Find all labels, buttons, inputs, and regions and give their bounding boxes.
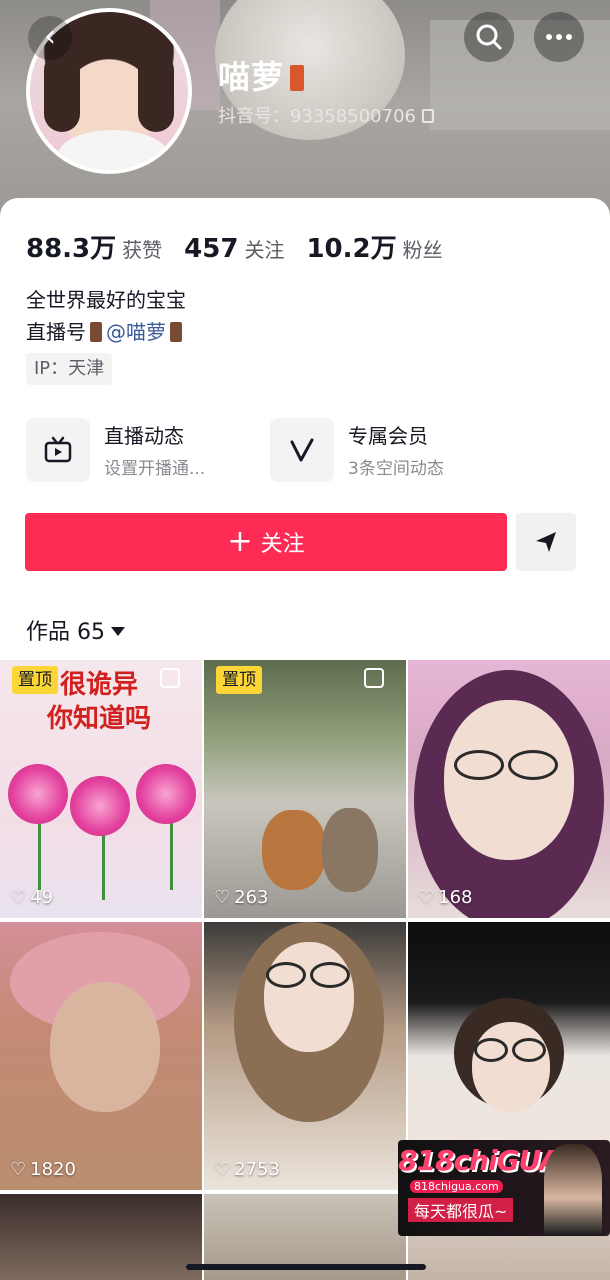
plush-bear-image (262, 810, 326, 890)
video-thumbnail[interactable]: ♡ 1820 (0, 922, 202, 1190)
pinned-badge: 置顶 (216, 666, 262, 694)
like-count: ♡ 49 (10, 887, 53, 908)
video-thumbnail[interactable]: 很诡异 你知道吗 置顶 ♡ 49 (0, 660, 202, 918)
like-count: ♡ 2753 (214, 1159, 280, 1180)
like-count: ♡ 168 (418, 887, 473, 908)
like-count-value: 2753 (234, 1159, 280, 1180)
door-emoji-icon (290, 65, 305, 91)
glasses-shape (454, 750, 504, 780)
works-tab-label: 作品 65 (26, 620, 105, 645)
video-thumbnail[interactable]: ♡ 168 (408, 660, 610, 918)
more-button[interactable] (534, 12, 584, 62)
checkbox-icon (160, 668, 180, 688)
follow-button[interactable]: + 关注 (25, 513, 507, 571)
profile-name: 喵萝 (218, 52, 305, 98)
profile-header: ‹ 喵萝 抖音号：93358500706 (0, 0, 610, 230)
face-shape (264, 942, 354, 1052)
chevron-left-icon: ‹ (44, 19, 56, 54)
stat-likes-label: 获赞 (122, 238, 163, 262)
glasses-shape (474, 1038, 508, 1062)
search-button[interactable] (464, 12, 514, 62)
feature-title: 直播动态 (104, 424, 184, 448)
video-thumbnail[interactable]: ♡ 2753 (204, 922, 406, 1190)
ad-image (544, 1144, 602, 1234)
face-shape (50, 982, 160, 1112)
stat-following-value: 457 (184, 234, 239, 264)
bio-line-1: 全世界最好的宝宝 (26, 288, 186, 312)
door-emoji-icon (170, 322, 182, 342)
ad-slogan: 每天都很瓜~ (408, 1198, 514, 1222)
avatar-hair-right (138, 52, 174, 132)
stat-likes-value: 88.3万 (26, 234, 117, 264)
v-icon (270, 418, 334, 482)
glasses-shape (508, 750, 558, 780)
ad-logo: 818chiGUA (398, 1144, 561, 1177)
ad-url: 818chigua.com (410, 1180, 503, 1193)
glasses-shape (512, 1038, 546, 1062)
search-icon (476, 24, 502, 50)
like-count-value: 49 (30, 887, 54, 908)
feature-subtitle: 设置开播通... (104, 459, 206, 479)
douyin-id: 抖音号：93358500706 (218, 102, 434, 128)
profile-name-text: 喵萝 (218, 58, 285, 96)
like-count-value: 1820 (30, 1159, 76, 1180)
home-indicator[interactable] (186, 1264, 426, 1270)
plush-bear-image (322, 808, 378, 892)
live-account-link[interactable]: @喵萝 (106, 320, 166, 344)
feature-live-updates[interactable]: 直播动态 设置开播通... (26, 416, 256, 482)
stat-following-label: 关注 (244, 238, 285, 262)
heart-icon: ♡ (214, 1159, 231, 1180)
face-shape (444, 700, 574, 860)
video-thumbnail[interactable] (0, 1194, 202, 1280)
rose-image (70, 776, 130, 836)
avatar-hair-left (44, 52, 80, 132)
rose-image (136, 764, 196, 824)
feature-membership[interactable]: 专属会员 3条空间动态 (270, 416, 500, 482)
follow-label: 关注 (260, 532, 305, 557)
stats-row: 88.3万 获赞 457 关注 10.2万 粉丝 (26, 228, 443, 265)
door-emoji-icon (90, 322, 102, 342)
stat-followers-label: 粉丝 (402, 238, 443, 262)
bio-live-prefix: 直播号 (26, 320, 86, 344)
glasses-shape (310, 962, 350, 988)
watermark-ad: 818chiGUA 818chigua.com 每天都很瓜~ (398, 1140, 610, 1236)
stat-likes[interactable]: 88.3万 获赞 (26, 228, 162, 265)
more-dots-icon (546, 34, 572, 40)
plus-icon: + (227, 524, 253, 559)
heart-icon: ♡ (418, 887, 435, 908)
like-count-value: 168 (438, 887, 473, 908)
like-count: ♡ 1820 (10, 1159, 76, 1180)
avatar-shirt (58, 130, 168, 170)
feature-title: 专属会员 (348, 424, 428, 448)
stat-followers-value: 10.2万 (306, 234, 397, 264)
rose-image (8, 764, 68, 824)
copy-icon[interactable] (421, 109, 434, 123)
face-shape (472, 1022, 550, 1112)
works-tab[interactable]: 作品 65 (26, 614, 125, 646)
caret-down-icon (111, 627, 125, 636)
heart-icon: ♡ (10, 887, 27, 908)
bio-line-2: 直播号 @喵萝 (26, 316, 186, 345)
heart-icon: ♡ (214, 887, 231, 908)
stat-following[interactable]: 457 关注 (184, 234, 284, 264)
share-button[interactable] (516, 513, 576, 571)
checkbox-icon (364, 668, 384, 688)
douyin-id-text: 抖音号：93358500706 (218, 106, 416, 127)
pinned-badge: 置顶 (12, 666, 58, 694)
heart-icon: ♡ (10, 1159, 27, 1180)
tv-icon (26, 418, 90, 482)
ip-location-tag: IP：天津 (26, 353, 113, 385)
send-arrow-icon (536, 532, 556, 552)
like-count-value: 263 (234, 887, 269, 908)
stat-followers[interactable]: 10.2万 粉丝 (306, 228, 442, 265)
glasses-shape (266, 962, 306, 988)
like-count: ♡ 263 (214, 887, 269, 908)
back-button[interactable]: ‹ (28, 16, 72, 60)
caption-line-2: 你知道吗 (46, 704, 151, 734)
profile-card: 88.3万 获赞 457 关注 10.2万 粉丝 全世界最好的宝宝 直播号 @喵萝 IP… (0, 198, 610, 660)
video-thumbnail[interactable]: 置顶 ♡ 263 (204, 660, 406, 918)
feature-subtitle: 3条空间动态 (348, 459, 444, 479)
